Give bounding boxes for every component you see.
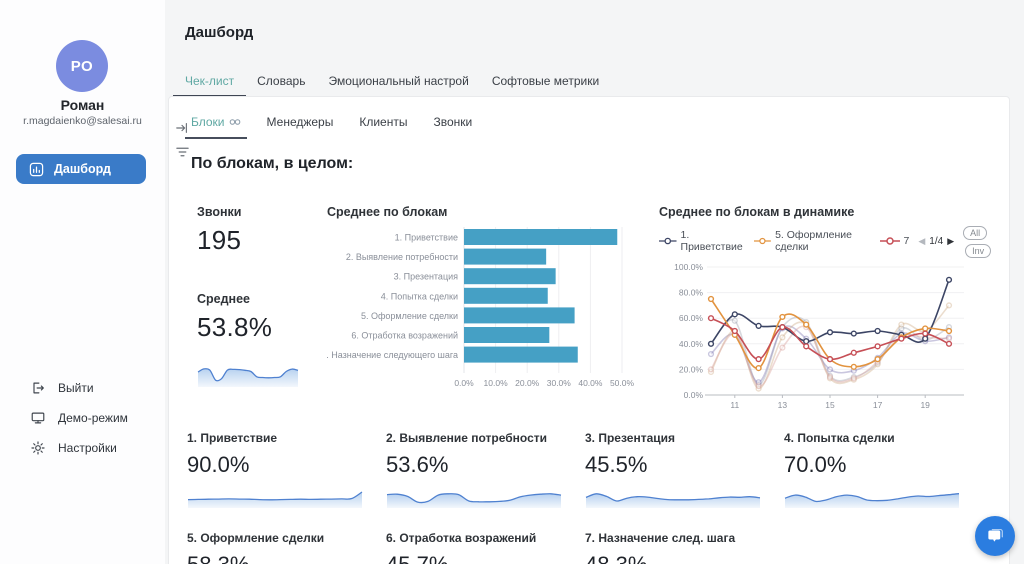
line-chart-title: Среднее по блокам в динамике <box>659 205 1011 219</box>
legend-item-1[interactable]: 1. Приветствие <box>659 229 745 253</box>
gear-icon <box>30 440 46 456</box>
svg-text:5. Оформление сделки: 5. Оформление сделки <box>361 311 458 321</box>
inner-tab-calls[interactable]: Звонки <box>433 115 472 139</box>
svg-text:20.0%: 20.0% <box>515 378 540 388</box>
settings-label: Настройки <box>58 441 117 455</box>
tab-soft-metrics[interactable]: Софтовые метрики <box>492 74 599 97</box>
svg-text:0.0%: 0.0% <box>454 378 474 388</box>
sidebar-item-demo-mode[interactable]: Демо-режим <box>30 408 128 427</box>
legend-all-button[interactable]: All <box>963 226 987 240</box>
line-chart: 0.0% 20.0% 40.0% 60.0% 80.0% 100.0% 11 13 15 17 19 <box>659 259 989 411</box>
sidebar-item-logout[interactable]: Выйти <box>30 378 128 397</box>
legend-item-7[interactable]: 7 <box>880 235 910 247</box>
legend-inv-button[interactable]: Inv <box>965 244 991 258</box>
calls-label: Звонки <box>197 205 307 219</box>
line-chart-block: Среднее по блокам в динамике 1. Приветст… <box>659 205 1011 416</box>
bar-chart: 0.0% 10.0% 20.0% 30.0% 40.0% 50.0% 1. Приветст… <box>327 223 637 393</box>
svg-text:60.0%: 60.0% <box>679 313 704 323</box>
svg-text:100.0%: 100.0% <box>674 262 703 272</box>
card-sparkline <box>187 482 363 508</box>
sidebar-item-settings[interactable]: Настройки <box>30 438 128 457</box>
svg-text:7. Назначение следующего шага: 7. Назначение следующего шага <box>327 350 458 360</box>
logout-label: Выйти <box>58 381 94 395</box>
svg-text:50.0%: 50.0% <box>610 378 635 388</box>
legend-next-icon[interactable]: ▶ <box>947 237 954 246</box>
average-value: 53.8% <box>197 312 307 343</box>
card-presentation: 3. Презентация 45.5% <box>585 431 765 531</box>
demo-mode-label: Демо-режим <box>58 411 128 425</box>
card-greeting: 1. Приветствие 90.0% <box>187 431 367 531</box>
card-sparkline <box>386 482 562 508</box>
card-deal-attempt: 4. Попытка сделки 70.0% <box>784 431 964 531</box>
section-title: По блокам, в целом: <box>191 155 353 173</box>
chat-widget-button[interactable] <box>975 516 1015 556</box>
card-next-step: 7. Назначение след. шага 48.3% <box>585 531 765 564</box>
svg-text:20.0%: 20.0% <box>679 364 704 374</box>
monitor-icon <box>30 410 46 426</box>
svg-text:4. Попытка сделки: 4. Попытка сделки <box>381 291 458 301</box>
page-title: Дашборд <box>185 24 253 41</box>
card-sparkline <box>585 482 761 508</box>
svg-text:15: 15 <box>825 400 835 410</box>
inner-tabs: Блоки Менеджеры Клиенты Звонки <box>191 115 472 139</box>
inner-tab-blocks[interactable]: Блоки <box>191 115 241 139</box>
svg-text:11: 11 <box>730 400 739 410</box>
svg-text:2. Выявление потребности: 2. Выявление потребности <box>346 252 458 262</box>
svg-text:40.0%: 40.0% <box>578 378 603 388</box>
avatar[interactable]: РО <box>56 40 108 92</box>
inner-tab-managers[interactable]: Менеджеры <box>267 115 334 139</box>
content-panel: Блоки Менеджеры Клиенты Звонки По блокам… <box>168 96 1010 564</box>
legend-prev-icon[interactable]: ◀ <box>918 237 925 246</box>
line-chart-legend: 1. Приветствие 5. Оформление сделки 7 <box>659 223 1011 259</box>
filter-icon[interactable] <box>176 145 189 163</box>
legend-pager: ◀ 1/4 ▶ <box>918 236 954 247</box>
sidebar-footer: Выйти Демо-режим <box>30 378 128 457</box>
legend-page-indicator: 1/4 <box>929 236 943 247</box>
svg-text:3. Презентация: 3. Презентация <box>394 272 458 282</box>
block-cards: 1. Приветствие 90.0% 2. Выявление потреб… <box>187 431 983 564</box>
stats-block: Звонки 195 Среднее 53.8% <box>197 205 307 392</box>
card-objections: 6. Отработка возражений 45.7% <box>386 531 566 564</box>
chat-icon <box>985 526 1005 546</box>
svg-text:1. Приветствие: 1. Приветствие <box>395 233 458 243</box>
avatar-initials: РО <box>71 58 93 75</box>
dashboard-icon <box>29 162 44 177</box>
top-tabs: Чек-лист Словарь Эмоциональный настрой С… <box>185 74 599 97</box>
card-deal-closing: 5. Оформление сделки 58.3% <box>187 531 367 564</box>
svg-text:0.0%: 0.0% <box>684 390 704 400</box>
user-name: Роман <box>0 97 165 113</box>
tab-emotional[interactable]: Эмоциональный настрой <box>328 74 468 97</box>
calls-value: 195 <box>197 225 307 256</box>
tab-checklist[interactable]: Чек-лист <box>185 74 234 97</box>
svg-text:17: 17 <box>873 400 883 410</box>
card-sparkline <box>784 482 960 508</box>
sidebar: РО Роман r.magdaienko@salesai.ru Дашборд <box>0 0 165 564</box>
screen: РО Роман r.magdaienko@salesai.ru Дашборд <box>0 0 1024 564</box>
average-label: Среднее <box>197 292 307 306</box>
logout-icon <box>30 380 46 396</box>
sidebar-item-dashboard[interactable]: Дашборд <box>16 154 146 184</box>
user-email: r.magdaienko@salesai.ru <box>0 115 165 127</box>
card-needs: 2. Выявление потребности 53.6% <box>386 431 566 531</box>
svg-text:6. Отработка возражений: 6. Отработка возражений <box>351 331 458 341</box>
tab-dictionary[interactable]: Словарь <box>257 74 305 97</box>
inner-tab-clients[interactable]: Клиенты <box>359 115 407 139</box>
svg-text:40.0%: 40.0% <box>679 339 704 349</box>
svg-text:30.0%: 30.0% <box>547 378 572 388</box>
sidebar-dashboard-label: Дашборд <box>54 162 111 176</box>
bar-chart-block: Среднее по блокам 0.0% 10.0% 20.0% 30.0% 40.… <box>327 205 639 398</box>
svg-text:19: 19 <box>920 400 930 410</box>
inner-tab-blocks-label: Блоки <box>191 115 225 129</box>
average-sparkline <box>197 355 307 392</box>
link-icon <box>229 118 241 126</box>
legend-item-5[interactable]: 5. Оформление сделки <box>754 229 870 253</box>
svg-text:10.0%: 10.0% <box>484 378 509 388</box>
svg-text:80.0%: 80.0% <box>679 288 704 298</box>
bar-chart-title: Среднее по блокам <box>327 205 639 219</box>
svg-text:13: 13 <box>778 400 788 410</box>
